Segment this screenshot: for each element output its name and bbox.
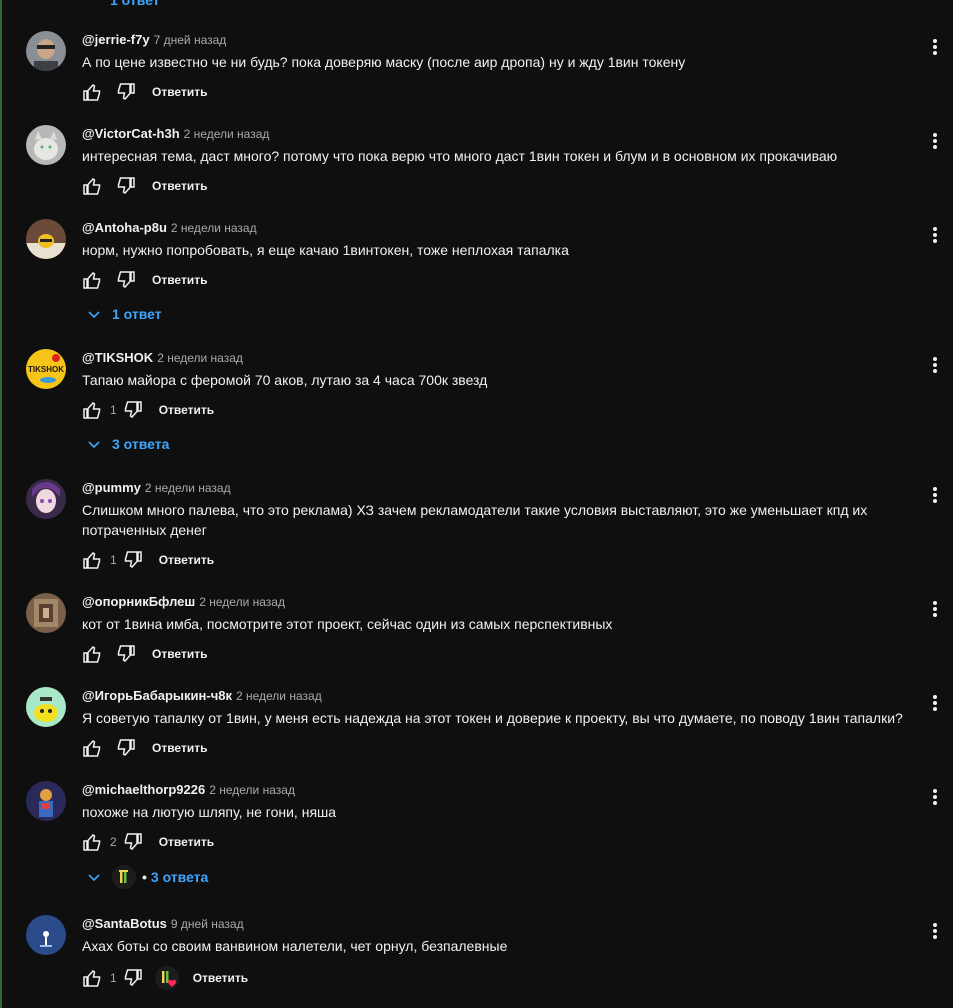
chevron-down-icon [88, 874, 100, 882]
comment-text: Ахах боты со своим ванвином налетели, че… [82, 938, 508, 954]
reply-button[interactable]: Ответить [152, 273, 207, 287]
avatar[interactable] [26, 915, 66, 955]
reply-button[interactable]: Ответить [152, 179, 207, 193]
more-actions-icon[interactable] [925, 225, 945, 245]
comment-time[interactable]: 2 недели назад [145, 481, 231, 495]
view-replies-button[interactable]: 3 ответа [86, 436, 169, 452]
dislike-icon[interactable] [123, 832, 143, 852]
comment-time[interactable]: 2 недели назад [157, 351, 243, 365]
comment-text: похоже на лютую шляпу, не гони, няша [82, 804, 337, 820]
comment-author[interactable]: @michaelthorp9226 [82, 782, 205, 797]
view-replies-button[interactable]: • 3 ответа [86, 865, 208, 889]
like-icon[interactable] [82, 82, 102, 102]
dislike-icon[interactable] [116, 82, 136, 102]
avatar[interactable] [26, 781, 66, 821]
reply-button[interactable]: Ответить [159, 835, 214, 849]
comment-time[interactable]: 2 недели назад [199, 595, 285, 609]
like-icon[interactable] [82, 738, 102, 758]
comment-text: Я советую тапалку от 1вин, у меня есть н… [82, 710, 903, 726]
like-icon[interactable] [82, 400, 102, 420]
reply-button[interactable]: Ответить [152, 741, 207, 755]
replies-label: 3 ответа [150, 869, 209, 885]
comment-text: Тапаю майора с феромой 70 аков, лутаю за… [82, 372, 488, 388]
comment-author[interactable]: @опорникБфлеш [82, 594, 195, 609]
avatar[interactable] [26, 479, 66, 519]
comment-time[interactable]: 2 недели назад [236, 689, 322, 703]
chevron-down-icon [88, 311, 100, 319]
comment-text: норм, нужно попробовать, я еще качаю 1ви… [82, 242, 569, 258]
creator-avatar [112, 865, 136, 889]
separator-dot: • [142, 869, 147, 885]
comment-author[interactable]: @jerrie-f7y [82, 32, 150, 47]
more-actions-icon[interactable] [925, 599, 945, 619]
comment-author[interactable]: @pummy [82, 480, 141, 495]
comment-time[interactable]: 2 недели назад [209, 783, 295, 797]
dislike-icon[interactable] [123, 400, 143, 420]
comment-time[interactable]: 2 недели назад [184, 127, 270, 141]
dislike-icon[interactable] [116, 270, 136, 290]
reply-button[interactable]: Ответить [193, 971, 248, 985]
comment-author[interactable]: @Antoha-p8u [82, 220, 167, 235]
avatar[interactable] [26, 125, 66, 165]
like-icon[interactable] [82, 644, 102, 664]
dislike-icon[interactable] [123, 550, 143, 570]
left-accent-line [0, 0, 2, 1008]
comment-author[interactable]: @SantaBotus [82, 916, 167, 931]
view-replies-button[interactable]: 1 ответ [86, 306, 162, 322]
like-count: 1 [110, 971, 117, 985]
avatar[interactable] [26, 31, 66, 71]
dislike-icon[interactable] [123, 968, 143, 988]
chevron-down-icon [88, 441, 100, 449]
replies-label: 3 ответа [112, 436, 170, 452]
comment-text: Слишком много палева, что это реклама) Х… [82, 502, 868, 538]
avatar[interactable] [26, 593, 66, 633]
reply-button[interactable]: Ответить [152, 647, 207, 661]
more-actions-icon[interactable] [925, 355, 945, 375]
like-icon[interactable] [82, 832, 102, 852]
reply-button[interactable]: Ответить [152, 85, 207, 99]
dislike-icon[interactable] [116, 738, 136, 758]
comment-time[interactable]: 7 дней назад [154, 33, 227, 47]
more-actions-icon[interactable] [925, 37, 945, 57]
creator-heart-icon [154, 966, 179, 990]
comment-author[interactable]: @VictorCat-h3h [82, 126, 180, 141]
comment-text: кот от 1вина имба, посмотрите этот проек… [82, 616, 613, 632]
avatar[interactable] [26, 687, 66, 727]
replies-label: 1 ответ [112, 306, 162, 322]
comment-text: А по цене известно че ни будь? пока дове… [82, 54, 686, 70]
more-actions-icon[interactable] [925, 787, 945, 807]
comment-time[interactable]: 2 недели назад [171, 221, 257, 235]
like-count: 2 [110, 835, 117, 849]
more-actions-icon[interactable] [925, 131, 945, 151]
avatar-logo-text: TIKSHOK [28, 365, 64, 374]
comment-author[interactable]: @ИгорьБабарыкин-ч8к [82, 688, 232, 703]
like-icon[interactable] [82, 176, 102, 196]
dislike-icon[interactable] [116, 176, 136, 196]
more-actions-icon[interactable] [925, 485, 945, 505]
reply-button[interactable]: Ответить [159, 553, 214, 567]
like-count: 1 [110, 553, 117, 567]
like-icon[interactable] [82, 550, 102, 570]
dislike-icon[interactable] [116, 644, 136, 664]
partial-replies-link[interactable]: 1 ответ [110, 0, 160, 8]
comment-author[interactable]: @TIKSHOK [82, 350, 153, 365]
comment-text: интересная тема, даст много? потому что … [82, 148, 838, 164]
like-count: 1 [110, 403, 117, 417]
more-actions-icon[interactable] [925, 693, 945, 713]
like-icon[interactable] [82, 968, 102, 988]
reply-button[interactable]: Ответить [159, 403, 214, 417]
like-icon[interactable] [82, 270, 102, 290]
more-actions-icon[interactable] [925, 921, 945, 941]
avatar[interactable] [26, 219, 66, 259]
avatar[interactable]: TIKSHOK [26, 349, 66, 389]
comment-time[interactable]: 9 дней назад [171, 917, 244, 931]
